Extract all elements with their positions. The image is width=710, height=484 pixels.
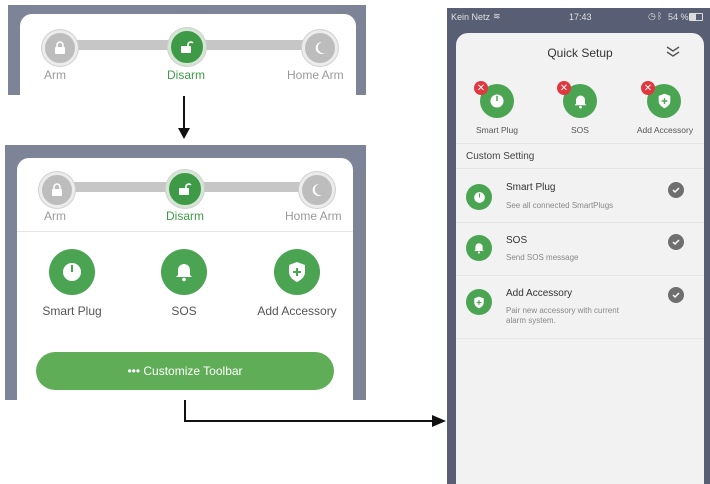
- add-accessory-button[interactable]: [274, 249, 320, 295]
- item-subtitle: Pair new accessory with current: [506, 306, 619, 315]
- remove-sos-icon[interactable]: ✕: [557, 81, 571, 95]
- power-icon: [490, 94, 504, 108]
- item-title: Smart Plug: [506, 182, 556, 193]
- carrier-text: Kein Netz: [451, 12, 491, 22]
- divider: [456, 338, 704, 339]
- customize-toolbar-label: ••• Customize Toolbar: [127, 364, 243, 378]
- add-accessory-label: Add Accessory: [257, 304, 337, 318]
- disarm-label: Disarm: [166, 209, 204, 223]
- smart-plug-button[interactable]: [49, 249, 95, 295]
- moon-icon: [315, 41, 325, 54]
- sos-label: SOS: [571, 125, 589, 135]
- item-title: SOS: [506, 235, 528, 246]
- divider: [456, 143, 704, 144]
- check-icon[interactable]: [668, 234, 684, 250]
- arm-knob[interactable]: [42, 30, 78, 66]
- bell-icon: [574, 95, 586, 108]
- wifi-icon: ≋: [493, 11, 501, 21]
- home-arm-label: Home Arm: [285, 209, 342, 223]
- power-icon: [466, 184, 492, 210]
- home-arm-knob[interactable]: [302, 30, 338, 66]
- check-icon[interactable]: [668, 182, 684, 198]
- status-bar: Kein Netz ≋ 17:43 ◷ ᛒ 54 %: [447, 8, 710, 26]
- alarm-icon: ◷: [648, 11, 656, 21]
- top-panel-card: Arm Disarm Home Arm: [20, 14, 356, 95]
- remove-add-accessory-icon[interactable]: ✕: [641, 81, 655, 95]
- connector-arrow: [184, 400, 446, 427]
- clock-text: 17:43: [569, 12, 592, 22]
- customize-toolbar-button[interactable]: ••• Customize Toolbar: [36, 352, 334, 390]
- power-icon: [63, 263, 81, 281]
- shield-plus-icon: [289, 262, 305, 282]
- check-icon[interactable]: [668, 287, 684, 303]
- arm-knob[interactable]: [39, 172, 75, 208]
- item-subtitle-line2: alarm system.: [506, 316, 556, 325]
- down-arrow: [178, 96, 190, 139]
- smart-plug-label: Smart Plug: [475, 125, 519, 135]
- disarm-label: Disarm: [167, 68, 205, 82]
- moon-icon: [312, 183, 322, 196]
- lock-open-icon: [179, 183, 192, 195]
- middle-panel-card: Arm Disarm Home Arm Smart Plug SOS Add A…: [17, 158, 353, 400]
- divider: [17, 231, 353, 232]
- lock-closed-icon: [55, 41, 65, 54]
- shield-plus-icon: [466, 289, 492, 315]
- item-title: Add Accessory: [506, 288, 573, 299]
- disarm-knob[interactable]: [166, 170, 204, 208]
- battery-text: 54 %: [668, 12, 689, 22]
- section-header: Custom Setting: [466, 151, 535, 162]
- bluetooth-icon: ᛒ: [657, 11, 663, 21]
- home-arm-knob[interactable]: [299, 172, 335, 208]
- bell-icon: [466, 235, 492, 261]
- disarm-knob[interactable]: [168, 28, 206, 66]
- sos-label: SOS: [171, 304, 197, 318]
- quick-setup-sheet: Quick Setup ✕ Smart Plug ✕ SOS ✕ Add Acc…: [456, 33, 704, 484]
- remove-smart-plug-icon[interactable]: ✕: [474, 81, 488, 95]
- add-accessory-label: Add Accessory: [636, 125, 694, 135]
- bell-icon: [176, 264, 192, 282]
- lock-closed-icon: [52, 183, 62, 196]
- item-subtitle: See all connected SmartPlugs: [506, 201, 614, 210]
- home-arm-label: Home Arm: [287, 68, 344, 82]
- list-item-add-accessory[interactable]: Add Accessory Pair new accessory with cu…: [456, 276, 704, 338]
- collapse-icon[interactable]: [666, 46, 680, 58]
- arm-label: Arm: [44, 68, 66, 82]
- item-subtitle: Send SOS message: [506, 253, 579, 262]
- sos-button[interactable]: [161, 249, 207, 295]
- arm-label: Arm: [44, 209, 66, 223]
- shield-plus-icon: [658, 93, 670, 109]
- smart-plug-label: Smart Plug: [42, 304, 102, 318]
- list-item-smart-plug[interactable]: Smart Plug See all connected SmartPlugs: [456, 169, 704, 221]
- lock-open-icon: [181, 41, 194, 53]
- battery-icon: [689, 13, 703, 21]
- list-item-sos[interactable]: SOS Send SOS message: [456, 223, 704, 275]
